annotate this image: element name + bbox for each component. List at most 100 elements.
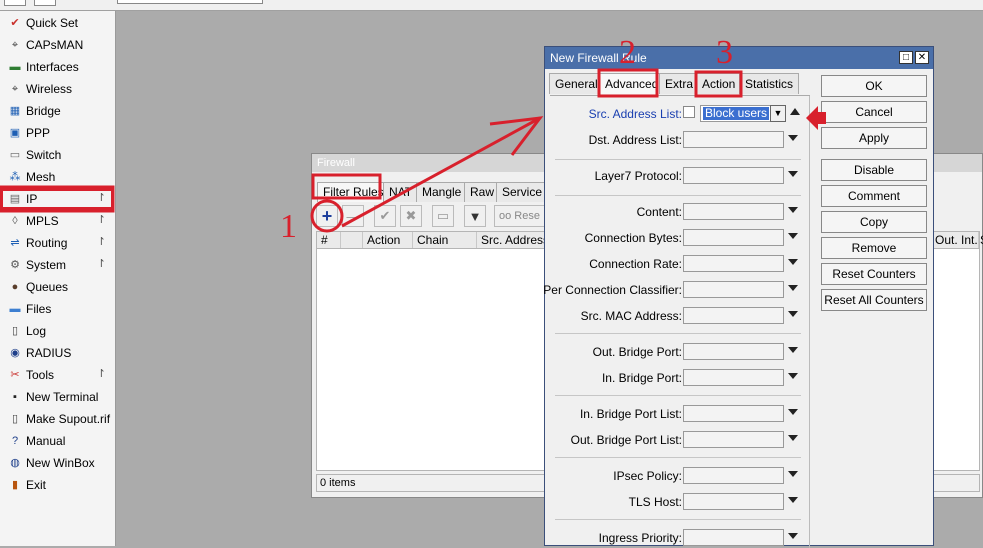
expand-down-icon[interactable]	[788, 233, 798, 239]
in-bridge-port-input[interactable]	[683, 369, 784, 386]
submenu-arrow-icon: ↾	[96, 214, 106, 226]
ingress-priority-input[interactable]	[683, 529, 784, 546]
remove-button[interactable]: Remove	[821, 237, 927, 259]
tab-filter-rules[interactable]: Filter Rules	[317, 182, 390, 202]
col-number[interactable]: #	[317, 232, 341, 248]
sidebar-item-wireless[interactable]: ⌖ Wireless	[0, 78, 114, 100]
sidebar-item-new-winbox[interactable]: ◍ New WinBox	[0, 452, 114, 474]
in-bridge-port-list-input[interactable]	[683, 405, 784, 422]
disable-x-icon[interactable]: ✖	[400, 205, 422, 227]
reset-all-counters-button[interactable]: Reset All Counters	[821, 289, 927, 311]
col-chain[interactable]: Chain	[413, 232, 477, 248]
expand-down-icon[interactable]	[788, 311, 798, 317]
exit-icon: ▮	[11, 479, 19, 491]
tab-general[interactable]: General	[549, 73, 604, 94]
maximize-icon[interactable]: □	[899, 51, 913, 64]
src-mac-address-input[interactable]	[683, 307, 784, 324]
ok-button[interactable]: OK	[821, 75, 927, 97]
dialog-title-bar[interactable]: New Firewall Rule □ ✕	[545, 47, 933, 69]
tls-host-input[interactable]	[683, 493, 784, 510]
tab-extra[interactable]: Extra	[659, 73, 700, 94]
redo-button[interactable]	[34, 0, 56, 6]
col-out-interface[interactable]: Out. Int...	[931, 232, 979, 248]
minus-icon[interactable]: —	[342, 205, 364, 227]
comment-icon[interactable]: ▭	[432, 205, 454, 227]
expand-down-icon[interactable]	[788, 373, 798, 379]
per-connection-classifier-row: Per Connection Classifier:	[543, 281, 810, 299]
field-label: Layer7 Protocol:	[594, 169, 682, 183]
sidebar-item-radius[interactable]: ◉ RADIUS	[0, 342, 114, 364]
tab-statistics[interactable]: Statistics	[739, 73, 800, 94]
src-address-list-dropdown-icon[interactable]: ▼	[770, 105, 786, 122]
tab-service-ports[interactable]: Service P	[496, 182, 548, 202]
sidebar-item-quick-set[interactable]: ✔ Quick Set	[0, 12, 114, 34]
col-s[interactable]: S	[979, 232, 983, 248]
sidebar-item-capsman[interactable]: ⌖ CAPsMAN	[0, 34, 114, 56]
sidebar-item-files[interactable]: ▬ Files	[0, 298, 114, 320]
reset-counters-button[interactable]: oo Rese	[494, 205, 546, 227]
plus-icon[interactable]: +	[316, 205, 338, 227]
copy-button[interactable]: Copy	[821, 211, 927, 233]
tab-nat[interactable]: NAT	[383, 182, 419, 202]
layer7-protocol-input[interactable]	[683, 167, 784, 184]
dst-address-list-input[interactable]	[683, 131, 784, 148]
sidebar-item-tools[interactable]: ✂ Tools ↾	[0, 364, 114, 386]
sidebar-item-system[interactable]: ⚙ System ↾	[0, 254, 114, 276]
session-field[interactable]	[117, 0, 263, 4]
sidebar-item-log[interactable]: ▯ Log	[0, 320, 114, 342]
close-icon[interactable]: ✕	[915, 51, 929, 64]
sidebar-item-interfaces[interactable]: ▬ Interfaces	[0, 56, 114, 78]
sidebar-item-make-supout-rif[interactable]: ▯ Make Supout.rif	[0, 408, 114, 430]
sidebar-item-bridge[interactable]: ▦ Bridge	[0, 100, 114, 122]
expand-down-icon[interactable]	[788, 135, 798, 141]
comment-button[interactable]: Comment	[821, 185, 927, 207]
content-input[interactable]	[683, 203, 784, 220]
undo-button[interactable]	[4, 0, 26, 6]
ipsec-policy-input[interactable]	[683, 467, 784, 484]
tools-icon: ✂	[10, 369, 20, 381]
connection-bytes-input[interactable]	[683, 229, 784, 246]
per-connection-classifier-input[interactable]	[683, 281, 784, 298]
sidebar-item-exit[interactable]: ▮ Exit	[0, 474, 114, 496]
tab-advanced[interactable]: Advanced	[599, 73, 665, 94]
dst-address-list-row: Dst. Address List:	[550, 131, 810, 149]
connection-rate-input[interactable]	[683, 255, 784, 272]
col-flags[interactable]	[341, 232, 363, 248]
src-address-list-row: Src. Address List: Block users ▼	[550, 105, 810, 123]
expand-down-icon[interactable]	[788, 497, 798, 503]
expand-down-icon[interactable]	[788, 171, 798, 177]
sidebar-item-switch[interactable]: ▭ Switch	[0, 144, 114, 166]
out-bridge-port-input[interactable]	[683, 343, 784, 360]
expand-down-icon[interactable]	[788, 347, 798, 353]
enable-check-icon[interactable]: ✔	[374, 205, 396, 227]
src-address-list-negate-checkbox[interactable]	[683, 106, 695, 118]
reset-counters-button[interactable]: Reset Counters	[821, 263, 927, 285]
tab-mangle[interactable]: Mangle	[416, 182, 468, 202]
col-action[interactable]: Action	[363, 232, 413, 248]
tab-raw[interactable]: Raw	[464, 182, 501, 202]
expand-down-icon[interactable]	[788, 259, 798, 265]
expand-down-icon[interactable]	[788, 207, 798, 213]
sidebar-item-ip[interactable]: ▤ IP ↾	[0, 188, 114, 210]
disable-button[interactable]: Disable	[821, 159, 927, 181]
sidebar-item-ppp[interactable]: ▣ PPP	[0, 122, 114, 144]
expand-down-icon[interactable]	[788, 285, 798, 291]
expand-down-icon[interactable]	[788, 471, 798, 477]
col-src-address[interactable]: Src. Address	[477, 232, 547, 248]
sidebar-item-manual[interactable]: ? Manual	[0, 430, 114, 452]
sidebar-item-routing[interactable]: ⇌ Routing ↾	[0, 232, 114, 254]
cancel-button[interactable]: Cancel	[821, 101, 927, 123]
apply-button[interactable]: Apply	[821, 127, 927, 149]
sidebar-item-mpls[interactable]: ◊ MPLS ↾	[0, 210, 114, 232]
filter-icon[interactable]: ▼	[464, 205, 486, 227]
sidebar-item-mesh[interactable]: ⁂ Mesh	[0, 166, 114, 188]
expand-down-icon[interactable]	[788, 533, 798, 539]
sidebar-item-new-terminal[interactable]: ▪ New Terminal	[0, 386, 114, 408]
expand-down-icon[interactable]	[788, 435, 798, 441]
sidebar-item-queues[interactable]: ● Queues	[0, 276, 114, 298]
out-bridge-port-list-input[interactable]	[683, 431, 784, 448]
sidebar-item-label: Quick Set	[26, 16, 79, 30]
expand-down-icon[interactable]	[788, 409, 798, 415]
collapse-up-icon[interactable]	[790, 108, 800, 115]
tab-action[interactable]: Action	[696, 73, 742, 94]
